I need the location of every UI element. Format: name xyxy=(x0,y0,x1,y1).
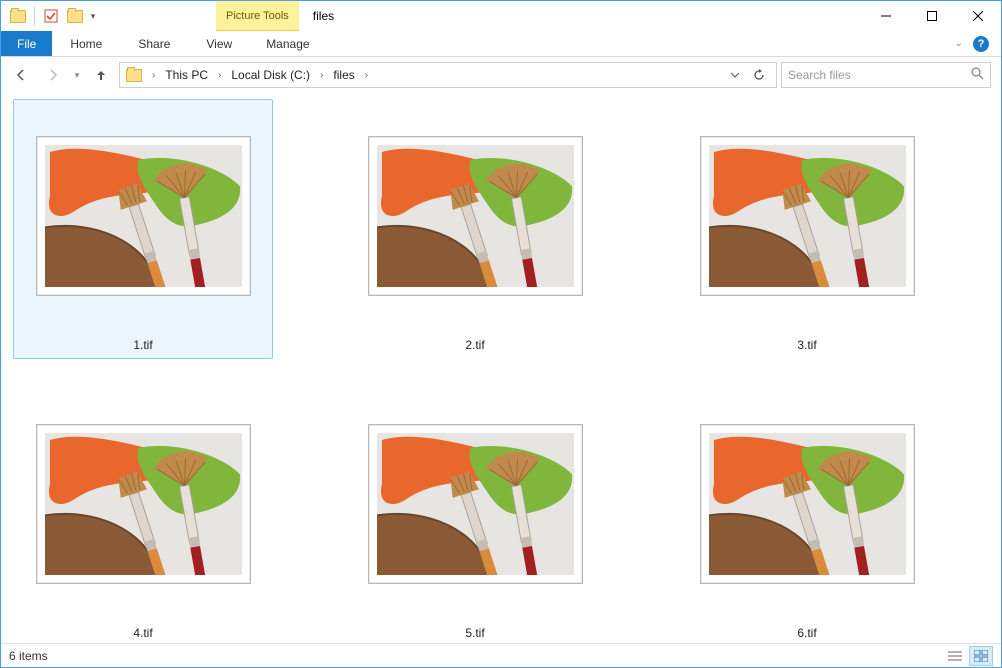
ribbon-expand-icon[interactable]: ⌄ xyxy=(955,38,963,49)
window-title: files xyxy=(299,1,334,31)
address-folder-icon[interactable] xyxy=(122,63,148,87)
file-name[interactable]: 6.tif xyxy=(797,626,816,640)
refresh-icon[interactable] xyxy=(748,64,770,86)
forward-button[interactable] xyxy=(39,61,67,89)
file-tab[interactable]: File xyxy=(1,31,52,56)
maximize-button[interactable] xyxy=(909,1,955,31)
file-thumbnail[interactable] xyxy=(350,394,600,614)
ribbon-tabs: File Home Share View Manage ⌄ ? xyxy=(1,31,1001,57)
search-icon[interactable] xyxy=(971,67,984,83)
breadcrumb-files[interactable]: files xyxy=(327,63,360,87)
contextual-tab-label: Picture Tools xyxy=(216,1,299,31)
address-dropdown-icon[interactable] xyxy=(724,64,746,86)
file-name[interactable]: 4.tif xyxy=(133,626,152,640)
help-icon[interactable]: ? xyxy=(973,36,989,52)
title-bar: ▾ Picture Tools files xyxy=(1,1,1001,31)
file-item[interactable]: 4.tif xyxy=(13,387,273,643)
file-thumbnail[interactable] xyxy=(18,394,268,614)
close-button[interactable] xyxy=(955,1,1001,31)
recent-locations-dropdown[interactable]: ▾ xyxy=(71,70,83,81)
window-controls xyxy=(863,1,1001,31)
chevron-right-icon[interactable]: › xyxy=(148,70,159,81)
file-thumbnail[interactable] xyxy=(682,394,932,614)
chevron-right-icon[interactable]: › xyxy=(361,70,372,81)
navigation-row: ▾ › This PC › Local Disk (C:) › files › xyxy=(1,57,1001,93)
breadcrumb-this-pc[interactable]: This PC xyxy=(159,63,214,87)
details-view-button[interactable] xyxy=(943,646,967,666)
file-item[interactable]: 6.tif xyxy=(677,387,937,643)
status-bar: 6 items xyxy=(1,643,1001,667)
file-item[interactable]: 2.tif xyxy=(345,99,605,359)
address-bar[interactable]: › This PC › Local Disk (C:) › files › xyxy=(119,62,777,88)
file-item[interactable]: 5.tif xyxy=(345,387,605,643)
tab-manage[interactable]: Manage xyxy=(250,31,325,56)
file-item[interactable]: 1.tif xyxy=(13,99,273,359)
qat-customize-dropdown[interactable]: ▾ xyxy=(88,11,98,22)
tab-view[interactable]: View xyxy=(188,31,250,56)
file-thumbnail[interactable] xyxy=(682,106,932,326)
chevron-right-icon[interactable]: › xyxy=(214,70,225,81)
up-button[interactable] xyxy=(87,61,115,89)
qat-properties-icon[interactable] xyxy=(40,5,62,27)
file-item[interactable]: 3.tif xyxy=(677,99,937,359)
file-name[interactable]: 3.tif xyxy=(797,338,816,352)
chevron-right-icon[interactable]: › xyxy=(316,70,327,81)
qat-newfolder-icon[interactable] xyxy=(64,5,86,27)
file-thumbnail[interactable] xyxy=(350,106,600,326)
minimize-button[interactable] xyxy=(863,1,909,31)
breadcrumb-local-disk[interactable]: Local Disk (C:) xyxy=(225,63,316,87)
search-box[interactable] xyxy=(781,62,991,88)
item-count: 6 items xyxy=(9,649,48,663)
file-thumbnail[interactable] xyxy=(18,106,268,326)
file-name[interactable]: 2.tif xyxy=(465,338,484,352)
thumbnails-view-button[interactable] xyxy=(969,646,993,666)
back-button[interactable] xyxy=(7,61,35,89)
file-list[interactable]: 1.tif 2.tif xyxy=(1,93,1001,643)
search-input[interactable] xyxy=(788,68,971,82)
quick-access-toolbar: ▾ xyxy=(1,1,98,31)
qat-divider xyxy=(34,7,35,25)
file-name[interactable]: 5.tif xyxy=(465,626,484,640)
tab-home[interactable]: Home xyxy=(52,31,120,56)
file-name[interactable]: 1.tif xyxy=(133,338,152,352)
tab-share[interactable]: Share xyxy=(120,31,188,56)
qat-folder-icon[interactable] xyxy=(7,5,29,27)
